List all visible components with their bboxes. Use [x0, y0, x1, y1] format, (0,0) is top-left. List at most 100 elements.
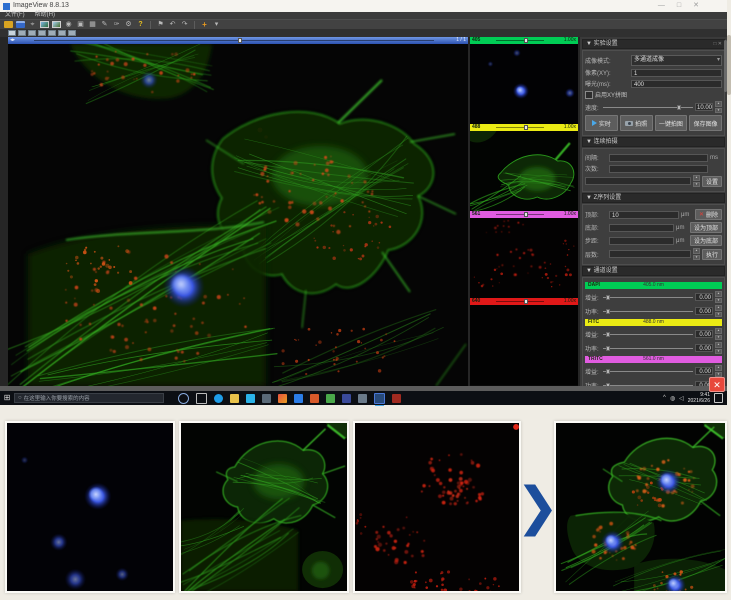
document-tab[interactable]	[68, 30, 76, 36]
slider-handle[interactable]	[524, 38, 528, 43]
z-step-input[interactable]	[609, 237, 674, 245]
filmstrip-panel-fitc[interactable]	[179, 421, 349, 593]
power-slider[interactable]	[603, 345, 693, 352]
tray-expand-icon[interactable]: ^	[663, 395, 666, 401]
task-view-icon[interactable]	[196, 393, 207, 404]
speed-stepper[interactable]: ▲▼	[715, 101, 722, 113]
network-icon[interactable]: ◍	[670, 395, 675, 402]
app-red-icon[interactable]	[392, 394, 401, 403]
channel-bar-fitc[interactable]: FITC 488.0 nm	[585, 319, 722, 326]
notification-center-icon[interactable]	[714, 393, 723, 403]
menu-help[interactable]: 帮助(H)	[35, 12, 55, 19]
maximize-button[interactable]: □	[677, 0, 681, 12]
app-blue-icon[interactable]	[342, 394, 351, 403]
gain-slider[interactable]	[603, 368, 693, 375]
open-folder-icon[interactable]	[4, 21, 13, 28]
gain-stepper[interactable]: ▲▼	[715, 365, 722, 377]
store-icon[interactable]	[246, 394, 255, 403]
grid-icon[interactable]: ▦	[88, 21, 97, 29]
layout-icon[interactable]: ▣	[76, 21, 85, 29]
slider-handle[interactable]	[524, 299, 528, 304]
series-capture-button[interactable]: 一键拍图	[655, 115, 688, 131]
thumbnail-fitc[interactable]	[470, 131, 578, 211]
channel-bar-tritc[interactable]: TRITC 561.0 nm	[585, 356, 722, 363]
channel-488-slider[interactable]: 488 1.00x	[470, 124, 578, 131]
power-value[interactable]: 0.00	[695, 344, 713, 352]
gain-stepper[interactable]: ▲▼	[715, 328, 722, 340]
filmstrip-panel-tritc[interactable]	[353, 421, 521, 593]
gain-value[interactable]: 0.00	[695, 367, 713, 375]
undo-icon[interactable]: ↶	[168, 21, 177, 29]
image-view-icon[interactable]	[40, 21, 49, 28]
gain-value[interactable]: 0.00	[695, 330, 713, 338]
sequence-input[interactable]	[585, 177, 691, 185]
slider-handle[interactable]	[524, 125, 528, 130]
speed-slider[interactable]	[603, 104, 693, 111]
save-image-button[interactable]: 保存图像	[689, 115, 722, 131]
save-icon[interactable]	[16, 21, 25, 28]
pointer-icon[interactable]: ⌖	[28, 21, 37, 29]
interval-input[interactable]	[609, 154, 708, 162]
app-orange-icon[interactable]	[310, 394, 319, 403]
document-tab[interactable]	[58, 30, 66, 36]
image-gallery-icon[interactable]	[52, 21, 61, 28]
resolution-input[interactable]: 1	[631, 69, 722, 77]
document-tab[interactable]	[18, 30, 26, 36]
filmstrip-panel-dapi[interactable]	[5, 421, 175, 593]
floating-close-button[interactable]: ✕	[709, 377, 725, 392]
app-green-icon[interactable]	[326, 394, 335, 403]
channel-640-slider[interactable]: 640 1.00x	[470, 298, 578, 305]
thumbnail-tritc[interactable]	[470, 218, 578, 298]
mail-icon[interactable]	[262, 394, 271, 403]
gain-value[interactable]: 0.00	[695, 293, 713, 301]
filmstrip-panel-merged[interactable]	[554, 421, 727, 593]
taskbar-search-box[interactable]: ○ 在这里输入你要搜索的内容	[14, 393, 164, 403]
minimize-button[interactable]: —	[658, 0, 665, 12]
thumbnail-cy5-empty[interactable]	[470, 305, 578, 385]
start-button[interactable]: ⊞	[0, 391, 14, 405]
document-tab[interactable]	[28, 30, 36, 36]
power-value[interactable]: 0.00	[695, 307, 713, 315]
section-header-channels[interactable]: ▼ 通道设置	[582, 266, 725, 276]
document-tab[interactable]	[48, 30, 56, 36]
document-tab[interactable]	[8, 30, 16, 36]
panel-maximize-icon[interactable]: □	[713, 41, 716, 47]
snapshot-icon[interactable]: ◉	[64, 21, 73, 29]
exposure-input[interactable]: 400	[631, 80, 722, 88]
snap-button[interactable]: 拍照	[620, 115, 653, 131]
imaging-mode-dropdown[interactable]: 多通道成像	[631, 55, 722, 66]
add-icon[interactable]: +	[200, 21, 209, 29]
section-header-timelapse[interactable]: ▼ 连续拍摄	[582, 137, 725, 147]
gain-stepper[interactable]: ▲▼	[715, 291, 722, 303]
thumbnail-dapi[interactable]	[470, 44, 578, 124]
imageview-taskbar-icon[interactable]	[374, 393, 385, 404]
settings-gear-icon[interactable]: ⚙	[124, 21, 133, 29]
help-icon[interactable]: ?	[136, 21, 145, 29]
taskbar-clock[interactable]: 9:41 2021/6/26	[688, 392, 710, 404]
set-bottom-button[interactable]: 设为底部	[690, 235, 722, 246]
slider-handle[interactable]	[524, 212, 528, 217]
live-button[interactable]: 实时	[585, 115, 618, 131]
close-button[interactable]: ✕	[693, 0, 699, 12]
channel-bar-dapi[interactable]: DAPI 405.0 nm	[585, 282, 722, 289]
z-slices-input[interactable]	[609, 250, 691, 258]
slider-track[interactable]	[496, 301, 544, 302]
z-top-input[interactable]: 10	[609, 211, 679, 219]
pen-icon[interactable]: ✎	[100, 21, 109, 29]
slider-track[interactable]	[496, 214, 544, 215]
vscode-icon[interactable]	[294, 394, 303, 403]
slider-track[interactable]	[34, 40, 434, 41]
count-input[interactable]	[609, 165, 708, 173]
app-gray-icon[interactable]	[358, 394, 367, 403]
menu-file[interactable]: 文件(F)	[5, 12, 25, 19]
z-bottom-input[interactable]	[609, 224, 674, 232]
slider-handle[interactable]	[238, 38, 242, 43]
z-slices-stepper[interactable]: ▲▼	[693, 248, 700, 260]
power-stepper[interactable]: ▲▼	[715, 342, 722, 354]
edge-icon[interactable]	[214, 394, 223, 403]
section-header-zstack[interactable]: ▼ Z序列设置	[582, 193, 725, 203]
apply-button[interactable]: 设置	[702, 176, 722, 187]
dropdown-caret-icon[interactable]: ▾	[212, 21, 221, 29]
page-scrollbar-thumb[interactable]	[727, 35, 731, 95]
z-run-button[interactable]: 执行	[702, 249, 722, 260]
